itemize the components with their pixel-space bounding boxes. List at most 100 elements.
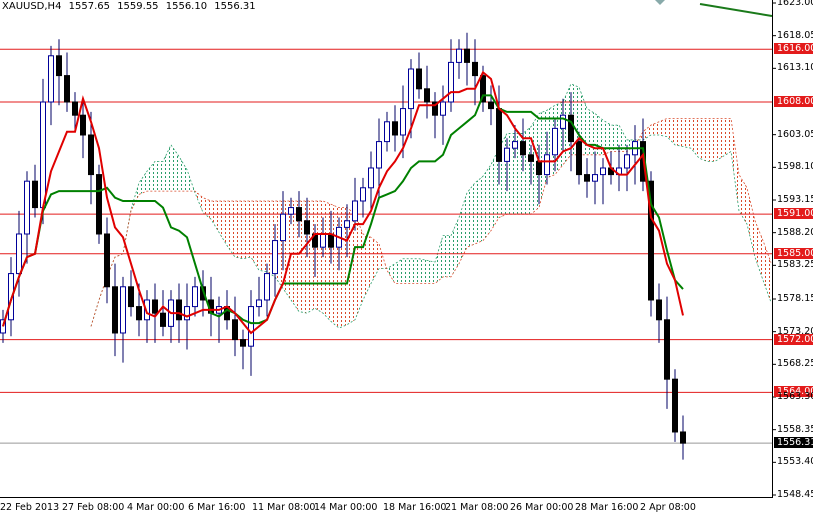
- cloud-segment: [475, 176, 483, 244]
- price-tick-label: 1553.40: [777, 456, 813, 468]
- cloud-segment: [459, 192, 467, 264]
- candle-body: [16, 233, 22, 275]
- candle-body: [344, 220, 350, 228]
- current-price-label: 1556.31: [774, 437, 813, 449]
- candle-body: [104, 233, 110, 288]
- time-tick-label: 6 Mar 16:00: [188, 502, 246, 513]
- cloud-segment: [259, 200, 267, 272]
- trend-line[interactable]: [699, 3, 773, 17]
- candle-body: [464, 48, 470, 63]
- price-tick-label: 1583.25: [777, 259, 813, 271]
- candle-body: [440, 101, 446, 116]
- price-tick-label: 1613.10: [777, 62, 813, 74]
- cloud-segment: [427, 260, 435, 284]
- price-tick-label: 1563.30: [777, 390, 813, 402]
- cloud-segment: [395, 258, 403, 284]
- level-price-label: 1616.00: [774, 43, 813, 55]
- candle-body: [408, 68, 414, 110]
- candle-body: [256, 299, 262, 308]
- cloud-segment: [443, 235, 451, 277]
- cloud-segment: [747, 187, 755, 258]
- candle-body: [368, 167, 374, 189]
- price-tick-label: 1588.20: [777, 226, 813, 238]
- time-tick-label: 27 Feb 08:00: [62, 502, 125, 513]
- time-tick-label: 21 Mar 08:00: [445, 502, 509, 513]
- ohlc-high: 1559.55: [117, 1, 159, 12]
- cloud-segment: [331, 204, 339, 329]
- cloud-segment: [715, 118, 723, 162]
- candle-body: [112, 286, 118, 334]
- symbol-label: XAUUSD,H4: [2, 1, 62, 12]
- cloud-segment: [451, 217, 459, 277]
- candle-body: [136, 306, 142, 321]
- candle-body: [120, 286, 126, 334]
- cloud-segment: [227, 200, 235, 258]
- chart-title: XAUUSD,H4 1557.65 1559.55 1556.10 1556.3…: [2, 1, 260, 12]
- level-price-label: 1591.00: [774, 208, 813, 220]
- cloud-segment: [707, 118, 715, 162]
- candle-body: [192, 286, 198, 308]
- candle-body: [472, 61, 478, 77]
- cloud-segment: [243, 200, 251, 259]
- candle-body: [624, 154, 630, 169]
- candle-body: [504, 147, 510, 162]
- time-tick-label: 28 Mar 16:00: [575, 502, 639, 513]
- candle-body: [352, 200, 358, 222]
- candle-body: [544, 154, 550, 176]
- candle-body: [160, 312, 166, 327]
- candle-body: [272, 240, 278, 275]
- cloud-segment: [235, 200, 243, 259]
- candle-body: [576, 141, 582, 176]
- candle-body: [232, 319, 238, 341]
- cloud-segment: [411, 258, 419, 284]
- candle-body: [128, 286, 134, 308]
- candle-body: [328, 233, 334, 248]
- time-tick-label: 11 Mar 08:00: [252, 502, 316, 513]
- candle-body: [392, 121, 398, 136]
- cloud-segment: [467, 182, 475, 248]
- candle-body: [656, 299, 662, 321]
- candle-body: [376, 141, 382, 169]
- candle-body: [176, 299, 182, 321]
- price-tick-label: 1598.10: [777, 161, 813, 173]
- candle-body: [448, 61, 454, 103]
- time-tick-label: 22 Feb 2013: [0, 502, 60, 513]
- ohlc-low: 1556.10: [165, 1, 208, 12]
- price-chart[interactable]: [0, 0, 813, 516]
- candle-body: [416, 68, 422, 90]
- candle-body: [80, 114, 86, 136]
- candle-body: [496, 108, 502, 162]
- time-tick-label: 2 Apr 08:00: [640, 502, 696, 513]
- candle-body: [664, 319, 670, 380]
- cloud-segment: [179, 156, 187, 192]
- time-tick-label: 14 Mar 00:00: [314, 502, 378, 513]
- candle-body: [56, 55, 62, 77]
- candle-body: [384, 121, 390, 143]
- cloud-segment: [755, 220, 763, 281]
- candle-body: [64, 75, 70, 103]
- candle-body: [72, 101, 78, 116]
- candle-body: [304, 220, 310, 235]
- cloud-segment: [139, 171, 147, 195]
- cloud-segment: [163, 144, 171, 192]
- candle-body: [280, 213, 286, 242]
- cloud-segment: [739, 174, 747, 225]
- candle-body: [184, 306, 190, 321]
- candle-body: [512, 141, 518, 149]
- candle-body: [680, 431, 686, 444]
- cloud-segment: [683, 118, 691, 149]
- candle-body: [520, 141, 526, 156]
- cloud-segment: [723, 118, 731, 157]
- cloud-segment: [211, 200, 219, 233]
- cloud-segment: [251, 200, 259, 271]
- candle-body: [424, 88, 430, 103]
- price-tick-label: 1558.35: [777, 423, 813, 435]
- cloud-segment: [419, 258, 427, 284]
- cloud-segment: [659, 118, 667, 137]
- candle-body: [32, 180, 38, 209]
- ohlc-open: 1557.65: [68, 1, 110, 12]
- cloud-segment: [435, 235, 443, 284]
- candle-body: [320, 233, 326, 248]
- cloud-segment: [307, 200, 315, 314]
- candle-body: [264, 273, 270, 301]
